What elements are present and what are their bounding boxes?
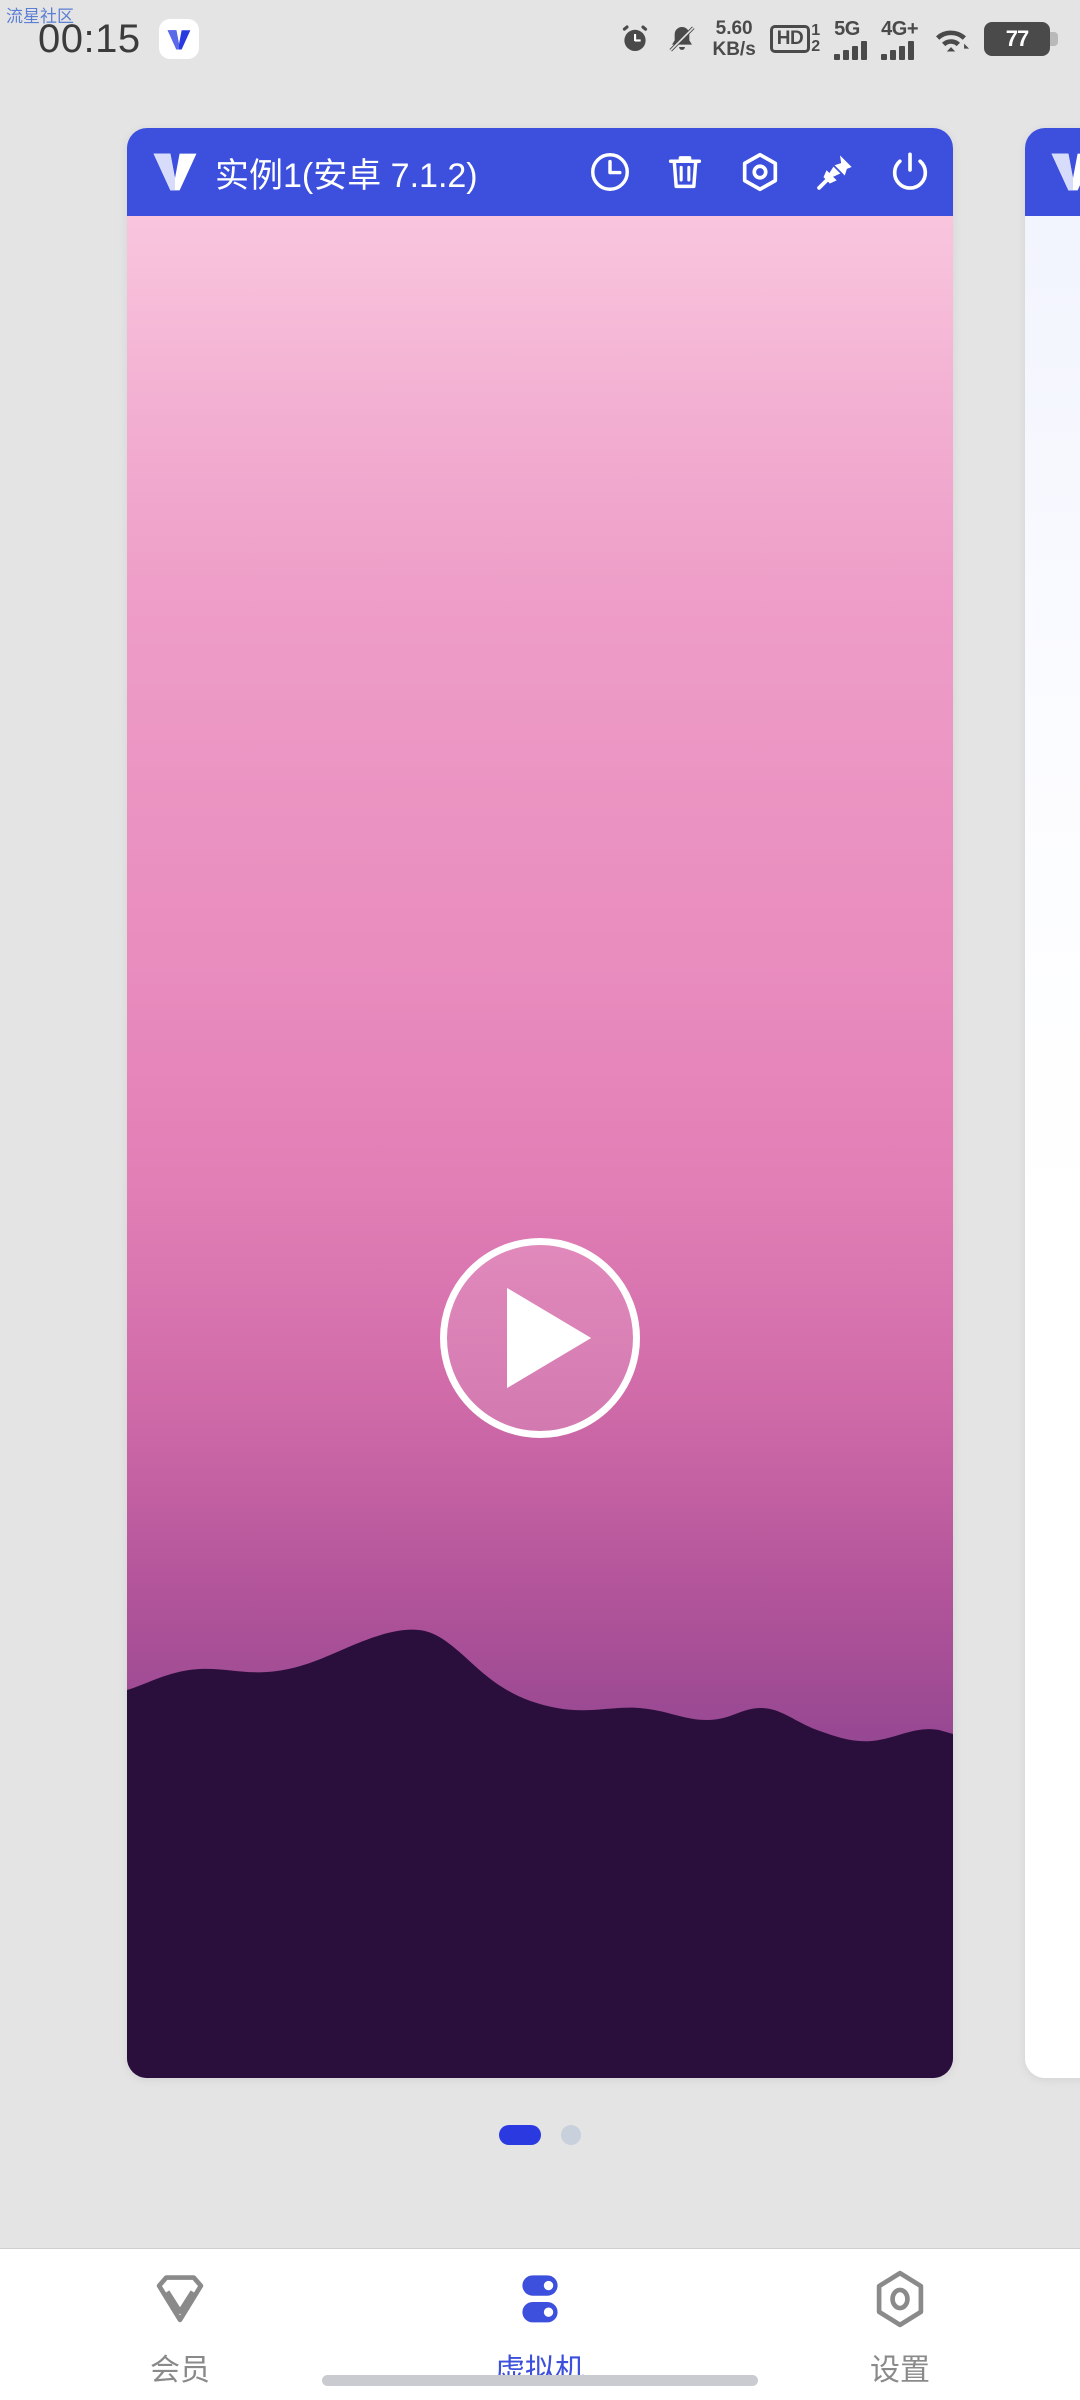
vm-card-2-placeholder xyxy=(1025,216,1080,2078)
vm-card-2[interactable] xyxy=(1025,128,1080,2078)
hd-volte-indicator: HD 1 2 xyxy=(769,23,820,55)
nav-item-virtual-machine[interactable]: 虚拟机 xyxy=(360,2249,720,2389)
carousel-page-indicator[interactable] xyxy=(0,2125,1080,2145)
hd-label: HD xyxy=(769,25,811,53)
screen-root: 流星社区 00:15 5.60 KB/s HD 1 2 5G 4G+ 77 实例… xyxy=(0,0,1080,2400)
nav-item-settings[interactable]: 设置 xyxy=(720,2249,1080,2389)
play-triangle-icon xyxy=(507,1288,591,1388)
sim2-signal: 4G+ xyxy=(881,17,918,60)
sim1-signal-bars xyxy=(834,40,868,60)
sim2-network-label: 4G+ xyxy=(881,17,918,40)
status-clock: 00:15 xyxy=(38,16,141,61)
vm-play-button[interactable] xyxy=(440,1238,640,1438)
nav-label-member: 会员 xyxy=(150,2354,210,2387)
nav-label-settings: 设置 xyxy=(870,2354,930,2387)
page-dot-1[interactable] xyxy=(499,2125,541,2145)
status-bar: 00:15 5.60 KB/s HD 1 2 5G 4G+ 77 xyxy=(0,0,1080,78)
vm-card-title: 实例1(安卓 7.1.2) xyxy=(215,156,478,195)
virtual-machine-icon xyxy=(507,2265,573,2333)
vm-card-header: 实例1(安卓 7.1.2) xyxy=(127,128,953,216)
vm-card-2-body[interactable] xyxy=(1025,216,1080,2078)
history-clock-icon[interactable] xyxy=(587,149,633,195)
vmos-v-icon xyxy=(1051,153,1080,191)
alarm-clock-icon xyxy=(623,25,648,52)
vm-card-actions xyxy=(587,149,933,195)
network-speed-value: 5.60 xyxy=(715,18,753,39)
network-speed: 5.60 KB/s xyxy=(712,18,755,60)
member-diamond-icon xyxy=(147,2265,213,2333)
battery-indicator: 77 xyxy=(984,22,1058,56)
battery-level: 77 xyxy=(1005,26,1030,51)
hexagon-settings-icon[interactable] xyxy=(737,149,783,195)
network-speed-unit: KB/s xyxy=(712,39,756,60)
status-bar-right: 5.60 KB/s HD 1 2 5G 4G+ 77 xyxy=(618,17,1058,60)
sim1-signal: 5G xyxy=(834,17,868,60)
hd-sim-top: 1 xyxy=(811,22,821,39)
hd-sim-bottom: 2 xyxy=(811,38,821,55)
bell-muted-icon xyxy=(669,26,696,52)
vmos-v-icon xyxy=(153,153,197,191)
mountain-silhouette xyxy=(127,1629,953,2078)
settings-hexagon-icon xyxy=(867,2265,933,2333)
status-bar-left: 00:15 xyxy=(38,17,199,62)
trash-icon[interactable] xyxy=(662,149,708,195)
vm-card-2-header xyxy=(1025,128,1080,216)
bottom-navigation: 会员 虚拟机 设置 xyxy=(0,2248,1080,2400)
sim2-signal-bars xyxy=(881,40,915,60)
power-icon[interactable] xyxy=(887,149,933,195)
pin-icon[interactable] xyxy=(812,149,858,195)
gesture-home-bar[interactable] xyxy=(322,2375,758,2386)
vm-carousel[interactable]: 实例1(安卓 7.1.2) xyxy=(0,128,1080,2078)
vm-card-body[interactable] xyxy=(127,216,953,2078)
hd-sim-numbers: 1 2 xyxy=(811,23,820,55)
wifi-icon xyxy=(936,30,970,52)
vm-card-1[interactable]: 实例1(安卓 7.1.2) xyxy=(127,128,953,2078)
nav-item-member[interactable]: 会员 xyxy=(0,2249,360,2389)
vmos-app-icon xyxy=(158,19,199,59)
page-dot-2[interactable] xyxy=(561,2125,581,2145)
sim1-network-label: 5G xyxy=(834,17,860,40)
